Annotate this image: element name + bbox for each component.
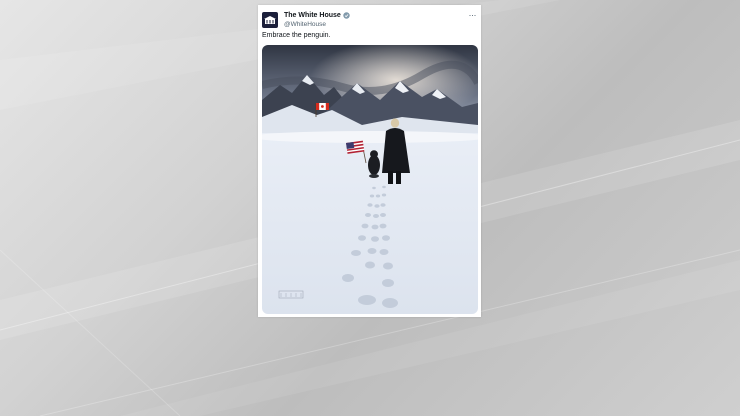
post-text: Embrace the penguin. [262, 32, 331, 39]
post-header: The White House @WhiteHouse ··· [262, 10, 477, 32]
author-handle[interactable]: @WhiteHouse [284, 21, 326, 28]
white-house-logo-icon [264, 16, 276, 24]
post-card[interactable]: The White House @WhiteHouse ··· Embrace … [258, 5, 481, 317]
post-image[interactable] [262, 45, 478, 314]
more-options-button[interactable]: ··· [469, 10, 477, 20]
avatar[interactable] [262, 12, 278, 28]
verified-badge-icon [343, 12, 350, 19]
author-name[interactable]: The White House [284, 12, 341, 19]
